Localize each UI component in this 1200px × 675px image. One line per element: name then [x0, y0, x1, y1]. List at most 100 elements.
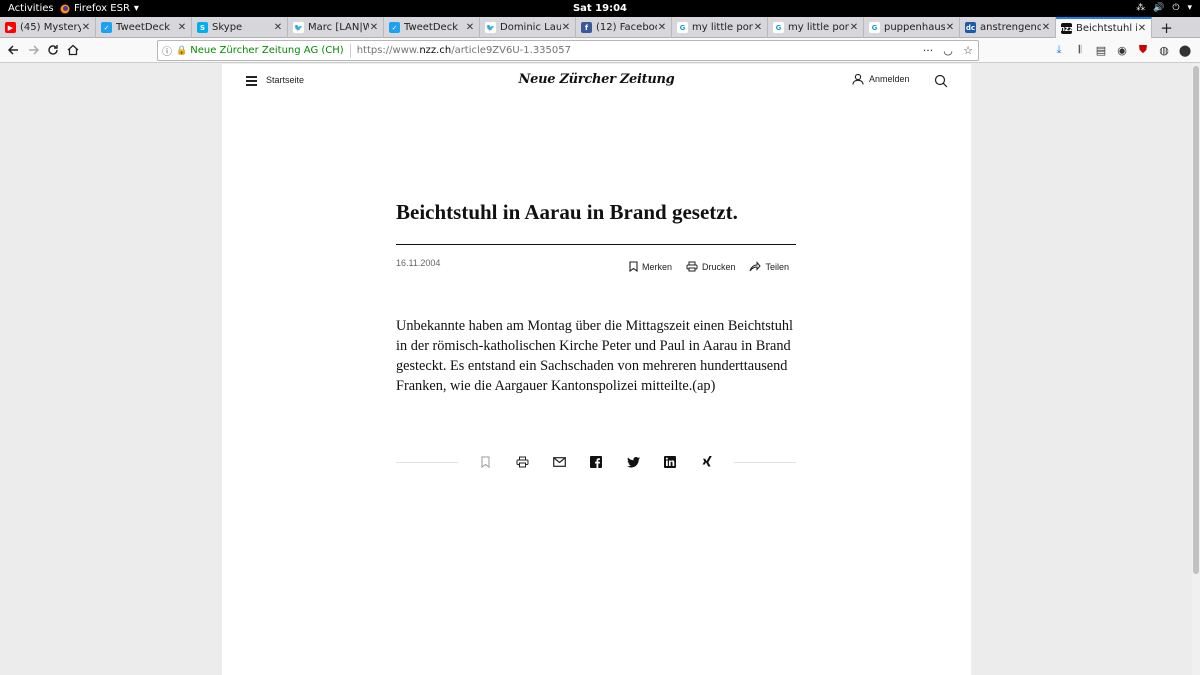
close-icon[interactable]: ✕: [369, 22, 379, 33]
network-icon: ⁂: [1136, 3, 1146, 13]
tab-title: my little poni: [692, 22, 753, 33]
back-icon[interactable]: [4, 41, 22, 59]
account-icon[interactable]: ◉: [1113, 41, 1131, 59]
close-icon[interactable]: ✕: [177, 22, 187, 33]
firefox-icon: [60, 4, 70, 13]
info-icon[interactable]: ⓘ: [158, 43, 176, 58]
app-menu[interactable]: Firefox ESR ▾: [60, 0, 139, 17]
tab[interactable]: 🐦 Marc [LAN|W ✕: [288, 17, 384, 38]
user-icon: [852, 73, 864, 85]
share-label: Teilen: [765, 261, 789, 272]
reload-icon[interactable]: [44, 41, 62, 59]
power-icon: ⏻: [1172, 3, 1180, 13]
pocket-icon[interactable]: ◡: [938, 44, 958, 57]
tab[interactable]: Gpuppenhaus b✕: [864, 17, 960, 38]
close-icon[interactable]: ✕: [753, 22, 763, 33]
bookmark-star-icon[interactable]: ☆: [958, 44, 978, 57]
tab-favicon-icon: G: [677, 22, 688, 33]
url-prefix: https://www.: [356, 45, 420, 56]
system-top-bar: Activities Firefox ESR ▾ Sat 19:04 ⁂ 🔊 ⏻…: [0, 0, 1200, 17]
tab-title: (45) Mystery I: [20, 22, 81, 33]
system-tray[interactable]: ⁂ 🔊 ⏻ ▾: [1136, 0, 1192, 17]
new-tab-icon[interactable]: +: [1152, 17, 1180, 38]
tab-favicon-icon: ▶: [5, 22, 16, 33]
close-icon[interactable]: ✕: [561, 22, 571, 33]
page-actions-icon[interactable]: ···: [918, 44, 938, 57]
share-button[interactable]: Teilen: [749, 261, 789, 272]
url-bar[interactable]: ⓘ 🔒 Neue Zürcher Zeitung AG (CH) https:/…: [157, 40, 979, 61]
tab-title: puppenhaus b: [884, 22, 945, 33]
tab[interactable]: 🐦 Dominic Laur ✕: [480, 17, 576, 38]
page-scrollbar[interactable]: [1192, 64, 1200, 675]
tab-favicon-icon: nzz: [1059, 23, 1074, 34]
tab[interactable]: ✓ TweetDeck ✕: [96, 17, 192, 38]
share-icons: [477, 454, 715, 470]
tab[interactable]: dc anstrengend ✕: [960, 17, 1056, 38]
activities-button[interactable]: Activities: [8, 0, 54, 17]
tab-favicon-icon: dc: [965, 22, 976, 33]
article-headline: Beichtstuhl in Aarau in Brand gesetzt.: [396, 200, 738, 224]
close-icon[interactable]: ✕: [273, 22, 283, 33]
save-button[interactable]: Merken: [629, 261, 672, 272]
download-icon[interactable]: ⤓: [1050, 41, 1068, 59]
tab-favicon-icon: ✓: [389, 22, 400, 33]
site-identity[interactable]: Neue Zürcher Zeitung AG (CH): [190, 45, 343, 56]
home-icon[interactable]: [64, 41, 82, 59]
close-icon[interactable]: ✕: [849, 22, 859, 33]
close-icon[interactable]: ✕: [1137, 23, 1147, 34]
search-icon[interactable]: [934, 74, 948, 88]
tab-favicon-icon: G: [869, 22, 880, 33]
share-icon: [749, 261, 762, 272]
xing-icon[interactable]: [699, 454, 715, 470]
share-bar: [396, 452, 796, 472]
login-label: Anmelden: [869, 74, 910, 84]
startseite-link[interactable]: Startseite: [266, 75, 304, 85]
tab[interactable]: ▶ (45) Mystery I✕: [0, 17, 96, 38]
ublock-icon[interactable]: ⛊: [1134, 41, 1152, 59]
tab[interactable]: Gmy little poni ✕: [672, 17, 768, 38]
extension-icon[interactable]: ◍: [1155, 41, 1173, 59]
close-icon[interactable]: ✕: [657, 22, 667, 33]
linkedin-icon[interactable]: [662, 454, 678, 470]
sidebar-icon[interactable]: ▤: [1092, 41, 1110, 59]
close-icon[interactable]: ✕: [1041, 22, 1051, 33]
tab-favicon-icon: 🐦: [293, 22, 304, 33]
tab[interactable]: S Skype ✕: [192, 17, 288, 38]
print-label: Drucken: [701, 261, 736, 272]
article-date: 16.11.2004: [396, 258, 441, 268]
print-icon[interactable]: [514, 454, 530, 470]
nzz-page: Startseite Neue Zürcher Zeitung Anmelden…: [222, 64, 971, 675]
close-icon[interactable]: ✕: [465, 22, 475, 33]
tab[interactable]: ✓ TweetDeck ✕: [384, 17, 480, 38]
library-icon[interactable]: 𝄃: [1071, 41, 1089, 59]
facebook-icon[interactable]: [588, 454, 604, 470]
mail-icon[interactable]: [551, 454, 567, 470]
divider: [734, 462, 796, 463]
tab-favicon-icon: 🐦: [485, 22, 496, 33]
article-body: Unbekannte haben am Montag über die Mitt…: [396, 318, 794, 394]
tab[interactable]: f (12) Facebook✕: [576, 17, 672, 38]
tab-title: anstrengend: [980, 22, 1041, 33]
tab-title: my little pony: [788, 22, 849, 33]
tab[interactable]: Gmy little pony✕: [768, 17, 864, 38]
tab[interactable]: nzzBeichtstuhl in✕: [1056, 17, 1152, 38]
url-domain: nzz.ch: [419, 45, 452, 56]
extension-icon[interactable]: ⬤: [1176, 41, 1194, 59]
hamburger-menu-icon[interactable]: [246, 76, 257, 86]
tab-favicon-icon: ✓: [101, 22, 112, 33]
twitter-icon[interactable]: [625, 454, 641, 470]
clock: Sat 19:04: [572, 3, 628, 14]
close-icon[interactable]: ✕: [81, 22, 91, 33]
url-text[interactable]: https://www.nzz.ch/article9ZV6U-1.335057: [357, 45, 918, 56]
print-button[interactable]: Drucken: [686, 261, 736, 272]
bookmark-icon[interactable]: [477, 454, 493, 470]
tab-title: Beichtstuhl in: [1076, 23, 1137, 34]
forward-icon[interactable]: [25, 41, 43, 59]
bookmark-icon: [629, 261, 638, 272]
scrollbar-thumb[interactable]: [1193, 66, 1199, 574]
login-button[interactable]: Anmelden: [852, 73, 910, 85]
tab-favicon-icon: S: [197, 22, 208, 33]
app-menu-label: Firefox ESR: [74, 3, 130, 14]
page-viewport: Startseite Neue Zürcher Zeitung Anmelden…: [0, 64, 1192, 675]
close-icon[interactable]: ✕: [945, 22, 955, 33]
